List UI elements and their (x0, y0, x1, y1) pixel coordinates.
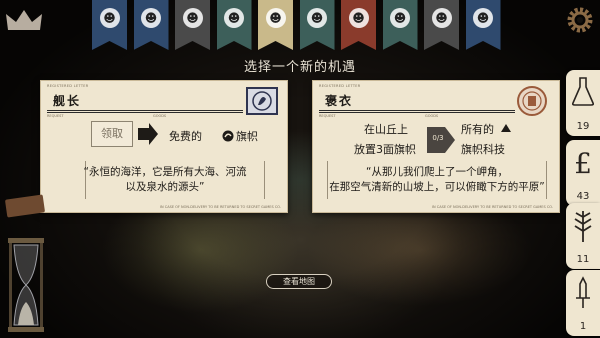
footer-note: IN CASE OF NON-DELIVERY TO BE RETURNED T… (160, 205, 281, 209)
faction-banner[interactable]: ☻ (299, 0, 335, 50)
svg-text:£: £ (574, 147, 592, 178)
resource-food[interactable]: 11 (566, 203, 600, 269)
faction-banner[interactable]: ☻ (175, 0, 210, 50)
faction-banner[interactable]: ☻ (341, 0, 376, 50)
faction-banner[interactable]: ☻ (258, 0, 293, 50)
faction-banner[interactable]: ☻ (133, 0, 169, 50)
request-line-2: 放置3面旗帜 (354, 143, 416, 156)
registered-letter-label: REGISTERED LETTER (319, 84, 361, 88)
resource-money[interactable]: £ 43 (566, 140, 600, 206)
goods-label: GOODS (153, 114, 167, 118)
money-count: 43 (576, 191, 590, 202)
divider (47, 112, 243, 113)
opportunity-card-captain[interactable]: REGISTERED LETTER 舰长 REQUEST GOODS 领取 免费… (40, 80, 288, 213)
quote-line-2: 以及泉水的源头” (125, 181, 205, 193)
figure-icon: ☻ (431, 8, 452, 28)
wheat-icon (574, 211, 592, 242)
quote-line-1: “永恒的海洋，它是所有大海、河流 (83, 166, 247, 178)
arrow-right-icon (138, 123, 158, 145)
goods-label: GOODS (425, 114, 439, 118)
goods-text: 免费的 (169, 130, 202, 143)
progress-counter: 0/3 (432, 134, 444, 142)
divider (47, 110, 243, 111)
view-map-button[interactable]: 查看地图 (266, 274, 332, 289)
gear-icon[interactable] (566, 6, 594, 34)
flask-icon (572, 77, 594, 106)
faction-banner[interactable]: ☻ (465, 0, 501, 50)
request-line-1: 在山丘上 (364, 123, 408, 136)
figure-icon: ☻ (390, 8, 410, 28)
resource-military[interactable]: 1 (566, 270, 600, 336)
claim-button[interactable]: 领取 (91, 121, 133, 147)
quote-line-2: 在那空气清新的山坡上，可以俯瞰下方的平原” (329, 181, 545, 193)
request-label: REQUEST (319, 114, 336, 118)
flag-icon (501, 124, 511, 132)
pound-icon: £ (574, 147, 592, 178)
figure-icon: ☻ (307, 8, 327, 28)
sword-icon (576, 276, 590, 308)
science-count: 19 (576, 121, 590, 132)
faction-banner[interactable]: ☻ (92, 0, 127, 50)
figure-icon: ☻ (99, 8, 120, 28)
seal-icon (517, 86, 547, 116)
card-title: 褒衣 (325, 94, 354, 108)
hourglass-icon (8, 238, 44, 332)
faction-banner[interactable]: ☻ (382, 0, 418, 50)
divider (319, 110, 515, 111)
request-label: REQUEST (47, 114, 64, 118)
quote-line-1: “从那儿我们爬上了一个岬角， (366, 166, 508, 178)
faction-banner[interactable]: ☻ (216, 0, 252, 50)
figure-icon: ☻ (265, 8, 286, 28)
crown-icon[interactable] (4, 6, 44, 34)
goods-item: 旗帜 (236, 130, 258, 143)
figure-icon: ☻ (348, 8, 369, 28)
stamp-icon (246, 87, 278, 115)
figure-icon: ☻ (473, 8, 493, 28)
military-count: 1 (579, 321, 587, 332)
divider (319, 112, 515, 113)
faction-banner[interactable]: ☻ (424, 0, 459, 50)
opportunity-card-cloak[interactable]: REGISTERED LETTER 褒衣 REQUEST GOODS 在山丘上 … (312, 80, 560, 213)
goods-line-2: 旗帜科技 (461, 143, 505, 156)
page-title: 选择一个新的机遇 (243, 60, 356, 75)
registered-letter-label: REGISTERED LETTER (47, 84, 89, 88)
card-title: 舰长 (53, 94, 82, 108)
faction-banners: ☻ ☻ ☻ ☻ ☻ ☻ ☻ ☻ ☻ ☻ (92, 0, 536, 52)
food-count: 11 (576, 254, 590, 265)
figure-icon: ☻ (224, 8, 244, 28)
wave-icon (222, 130, 234, 142)
figure-icon: ☻ (141, 8, 161, 28)
goods-line-1: 所有的 (461, 123, 494, 136)
resource-science[interactable]: 19 (566, 70, 600, 136)
footer-note: IN CASE OF NON-DELIVERY TO BE RETURNED T… (432, 205, 553, 209)
figure-icon: ☻ (182, 8, 203, 28)
